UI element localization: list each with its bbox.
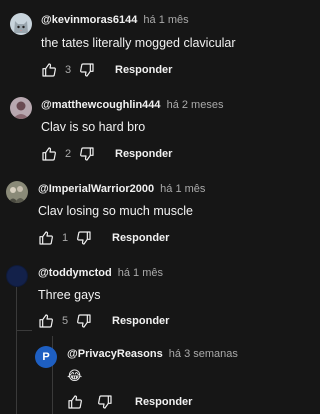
comment-timestamp[interactable]: há 1 mês [143, 14, 188, 26]
reply-button[interactable]: Responder [112, 315, 169, 327]
comment-text: Three gays [38, 288, 101, 302]
like-icon[interactable] [41, 146, 57, 162]
like-count: 1 [62, 232, 69, 244]
comment-text: 😂 [67, 368, 83, 383]
thread-line [16, 276, 17, 414]
reply-button[interactable]: Responder [115, 148, 172, 160]
dislike-icon[interactable] [97, 394, 113, 410]
comment-author[interactable]: @toddymctod [38, 267, 112, 279]
like-icon[interactable] [38, 230, 54, 246]
comment-author[interactable]: @PrivacyReasons [67, 348, 163, 360]
dislike-icon[interactable] [76, 313, 92, 329]
comments-panel: @kevinmoras6144 há 1 mês the tates liter… [0, 0, 302, 414]
thread-connector [16, 330, 32, 331]
like-count: 3 [65, 64, 72, 76]
dislike-icon[interactable] [79, 146, 95, 162]
like-icon[interactable] [41, 62, 57, 78]
comment-text: Clav losing so much muscle [38, 204, 193, 218]
cat-avatar-icon[interactable] [10, 13, 32, 35]
comment-author[interactable]: @kevinmoras6144 [41, 14, 137, 26]
dark-avatar-icon[interactable] [6, 265, 28, 287]
avatar[interactable]: P [35, 346, 57, 368]
comment-text: Clav is so hard bro [41, 120, 146, 134]
like-icon[interactable] [38, 313, 54, 329]
reply-button[interactable]: Responder [135, 396, 192, 408]
comment-text: the tates literally mogged clavicular [41, 36, 236, 50]
dislike-icon[interactable] [79, 62, 95, 78]
comment-timestamp[interactable]: há 2 meses [167, 99, 224, 111]
like-count: 5 [62, 315, 69, 327]
comment-timestamp[interactable]: há 3 semanas [169, 348, 238, 360]
like-count: 2 [65, 148, 72, 160]
dislike-icon[interactable] [76, 230, 92, 246]
reply-button[interactable]: Responder [112, 232, 169, 244]
comment-timestamp[interactable]: há 1 mês [118, 267, 163, 279]
reply-button[interactable]: Responder [115, 64, 172, 76]
person-avatar-icon[interactable] [10, 97, 32, 119]
group-avatar-icon[interactable] [6, 181, 28, 203]
comment-author[interactable]: @matthewcoughlin444 [41, 99, 161, 111]
like-icon[interactable] [67, 394, 83, 410]
comment-author[interactable]: @ImperialWarrior2000 [38, 183, 154, 195]
comment-timestamp[interactable]: há 1 mês [160, 183, 205, 195]
